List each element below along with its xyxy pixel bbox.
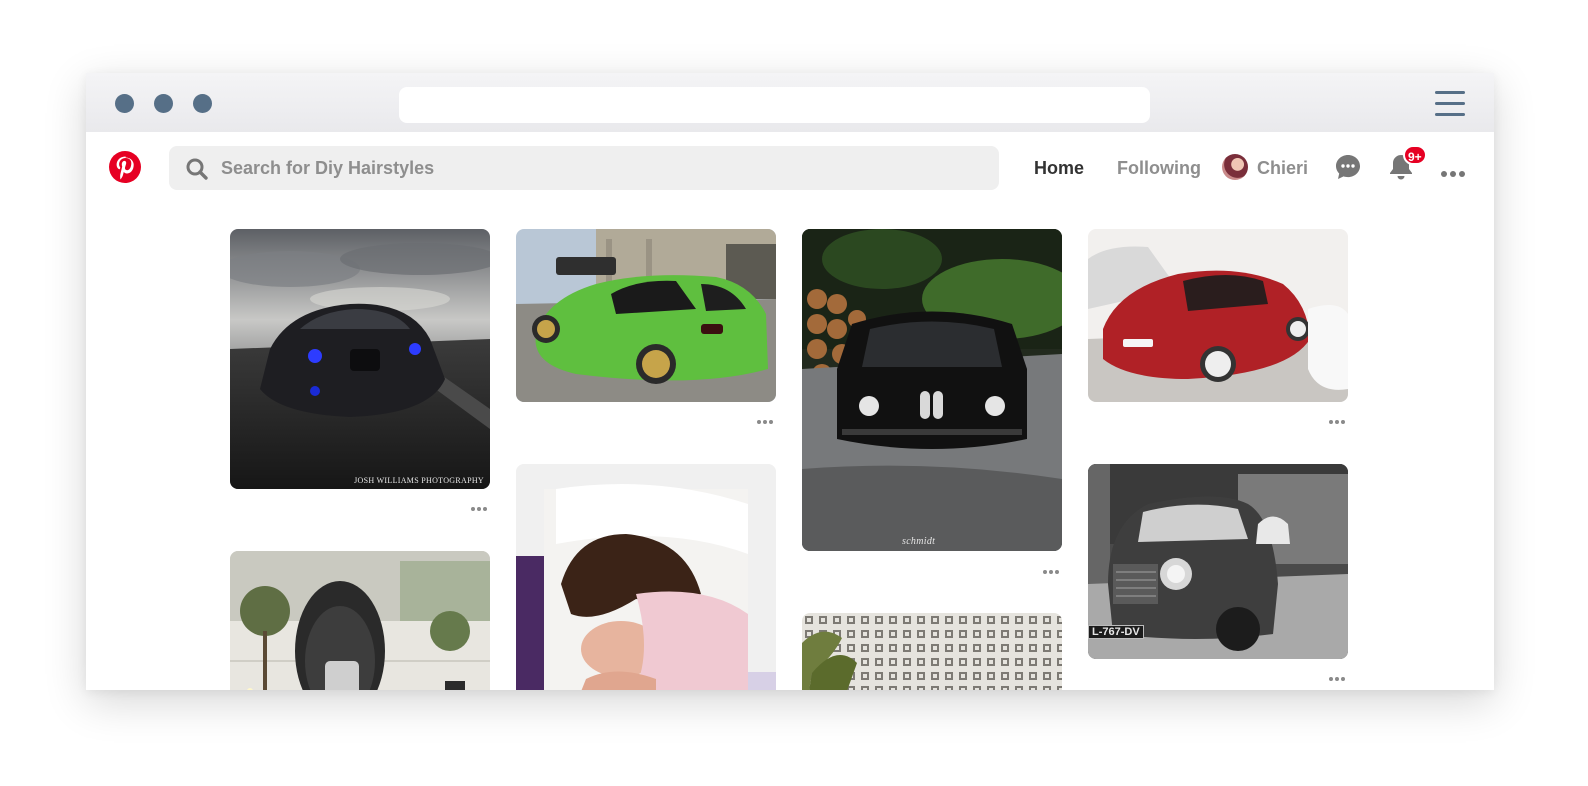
hamburger-menu-icon[interactable] <box>1435 89 1467 119</box>
nav-following[interactable]: Following <box>1117 158 1201 179</box>
pin-photo-credit: schmidt <box>902 536 936 547</box>
pin-mini-cooper[interactable]: L-767-DV <box>1088 464 1348 659</box>
chat-bubble-icon[interactable] <box>1334 153 1362 186</box>
nav-user-name[interactable]: Chieri <box>1257 158 1308 179</box>
browser-chrome <box>86 73 1494 132</box>
pin-more-icon[interactable] <box>757 417 775 425</box>
pin-more-icon[interactable] <box>1329 417 1347 425</box>
window-close-dot[interactable] <box>115 94 134 113</box>
window-minimize-dot[interactable] <box>154 94 173 113</box>
pinterest-header: Search for Diy Hairstyles Home Following… <box>86 132 1494 212</box>
pin-feed: JOSH WILLIAMS PHOTOGRAPHY schmidt L-767-… <box>86 212 1494 690</box>
pin-sleeping-woman[interactable] <box>516 464 776 690</box>
address-bar[interactable] <box>399 87 1150 123</box>
window-maximize-dot[interactable] <box>193 94 212 113</box>
pin-balcony-egg-chair[interactable] <box>230 551 490 690</box>
pin-breeze-block-wall[interactable] <box>802 613 1062 690</box>
license-plate: L-767-DV <box>1088 625 1144 639</box>
pin-black-bmw-2002[interactable]: schmidt <box>802 229 1062 551</box>
pin-red-subaru-impreza[interactable] <box>1088 229 1348 402</box>
browser-window: Search for Diy Hairstyles Home Following… <box>86 73 1494 690</box>
pin-more-icon[interactable] <box>471 504 489 512</box>
search-bar[interactable]: Search for Diy Hairstyles <box>169 146 999 190</box>
pin-photo-credit: JOSH WILLIAMS PHOTOGRAPHY <box>354 476 484 485</box>
pinterest-logo-icon[interactable] <box>108 150 142 184</box>
pin-more-icon[interactable] <box>1329 674 1347 682</box>
pin-more-icon[interactable] <box>1043 567 1061 575</box>
search-icon <box>185 157 209 181</box>
more-icon[interactable] <box>1441 164 1468 182</box>
pin-black-subaru-sti[interactable]: JOSH WILLIAMS PHOTOGRAPHY <box>230 229 490 489</box>
nav-home[interactable]: Home <box>1034 158 1084 179</box>
pin-green-subaru-wagon[interactable] <box>516 229 776 402</box>
search-input[interactable]: Search for Diy Hairstyles <box>221 158 434 179</box>
avatar[interactable] <box>1222 154 1248 180</box>
notification-badge: 9+ <box>1403 145 1427 165</box>
